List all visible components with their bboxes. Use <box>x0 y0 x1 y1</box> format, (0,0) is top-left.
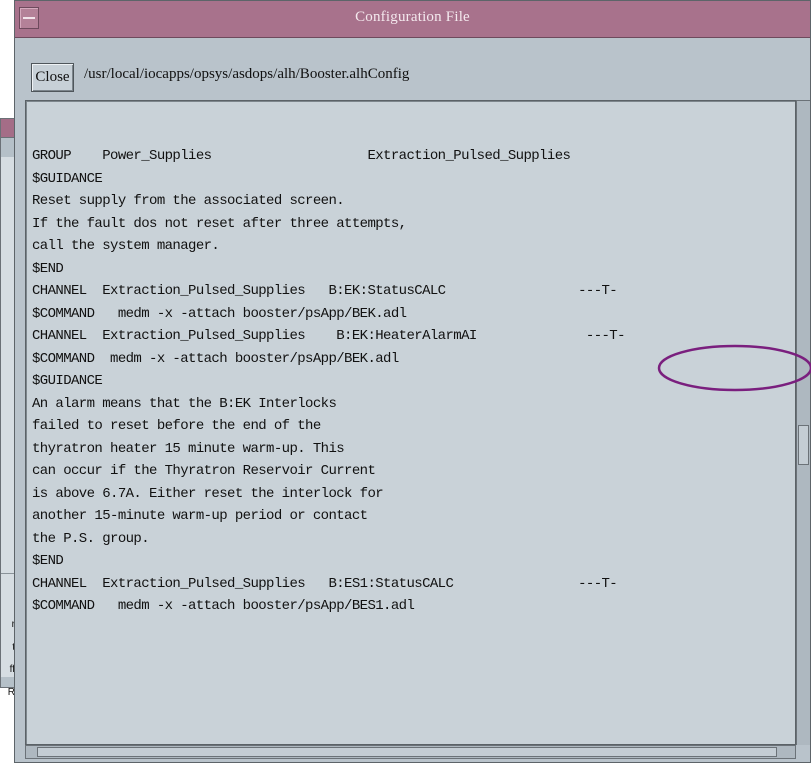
file-path-label: /usr/local/iocapps/opsys/asdops/alh/Boos… <box>84 66 410 82</box>
config-line: An alarm means that the B:EK Interlocks <box>32 395 337 412</box>
horizontal-scrollbar[interactable] <box>25 745 796 759</box>
config-line: If the fault dos not reset after three a… <box>32 215 407 232</box>
config-line: the P.S. group. <box>32 530 150 547</box>
config-line: thyratron heater 15 minute warm-up. This <box>32 440 345 457</box>
config-line: $COMMAND medm -x -attach booster/psApp/B… <box>32 350 399 367</box>
config-line: CHANNEL Extraction_Pulsed_Supplies B:EK:… <box>32 283 618 299</box>
config-text-area[interactable]: GROUP Power_Supplies Extraction_Pulsed_S… <box>25 100 796 745</box>
config-line: $GUIDANCE <box>32 170 103 187</box>
config-line: GROUP Power_Supplies Extraction_Pulsed_S… <box>32 148 571 164</box>
config-line: $COMMAND medm -x -attach booster/psApp/B… <box>32 305 407 322</box>
window-titlebar[interactable]: Configuration File <box>15 1 810 38</box>
config-line: CHANNEL Extraction_Pulsed_Supplies B:EK:… <box>32 328 626 344</box>
config-text-content: GROUP Power_Supplies Extraction_Pulsed_S… <box>32 145 795 618</box>
config-line: is above 6.7A. Either reset the interloc… <box>32 485 384 502</box>
horizontal-scroll-thumb[interactable] <box>37 747 777 757</box>
config-line: can occur if the Thyratron Reservoir Cur… <box>32 463 376 479</box>
background-list-item: r <box>1 619 15 631</box>
divider <box>1 573 14 574</box>
close-button[interactable]: Close <box>31 63 74 92</box>
config-line: $END <box>32 260 64 277</box>
config-line: call the system manager. <box>32 238 220 254</box>
background-list-item: R <box>7 687 15 698</box>
config-line: another 15-minute warm-up period or cont… <box>32 508 368 524</box>
config-line: $END <box>32 553 64 569</box>
vertical-scroll-thumb[interactable] <box>798 425 809 465</box>
background-list-item: ff <box>9 664 15 675</box>
config-line: $COMMAND medm -x -attach booster/psApp/B… <box>32 598 415 614</box>
vertical-scrollbar[interactable] <box>796 100 810 745</box>
config-line: failed to reset before the end of the <box>32 418 321 434</box>
config-line: Reset supply from the associated screen. <box>32 193 345 209</box>
scrollbar-edge <box>797 100 810 101</box>
config-line: $GUIDANCE <box>32 373 103 389</box>
configuration-file-window: Configuration File Close /usr/local/ioca… <box>14 0 811 763</box>
config-line: CHANNEL Extraction_Pulsed_Supplies B:ES1… <box>32 575 618 592</box>
toolbar: Close /usr/local/iocapps/opsys/asdops/al… <box>15 38 810 98</box>
window-title: Configuration File <box>355 9 470 25</box>
background-list-item: t <box>1 642 15 654</box>
